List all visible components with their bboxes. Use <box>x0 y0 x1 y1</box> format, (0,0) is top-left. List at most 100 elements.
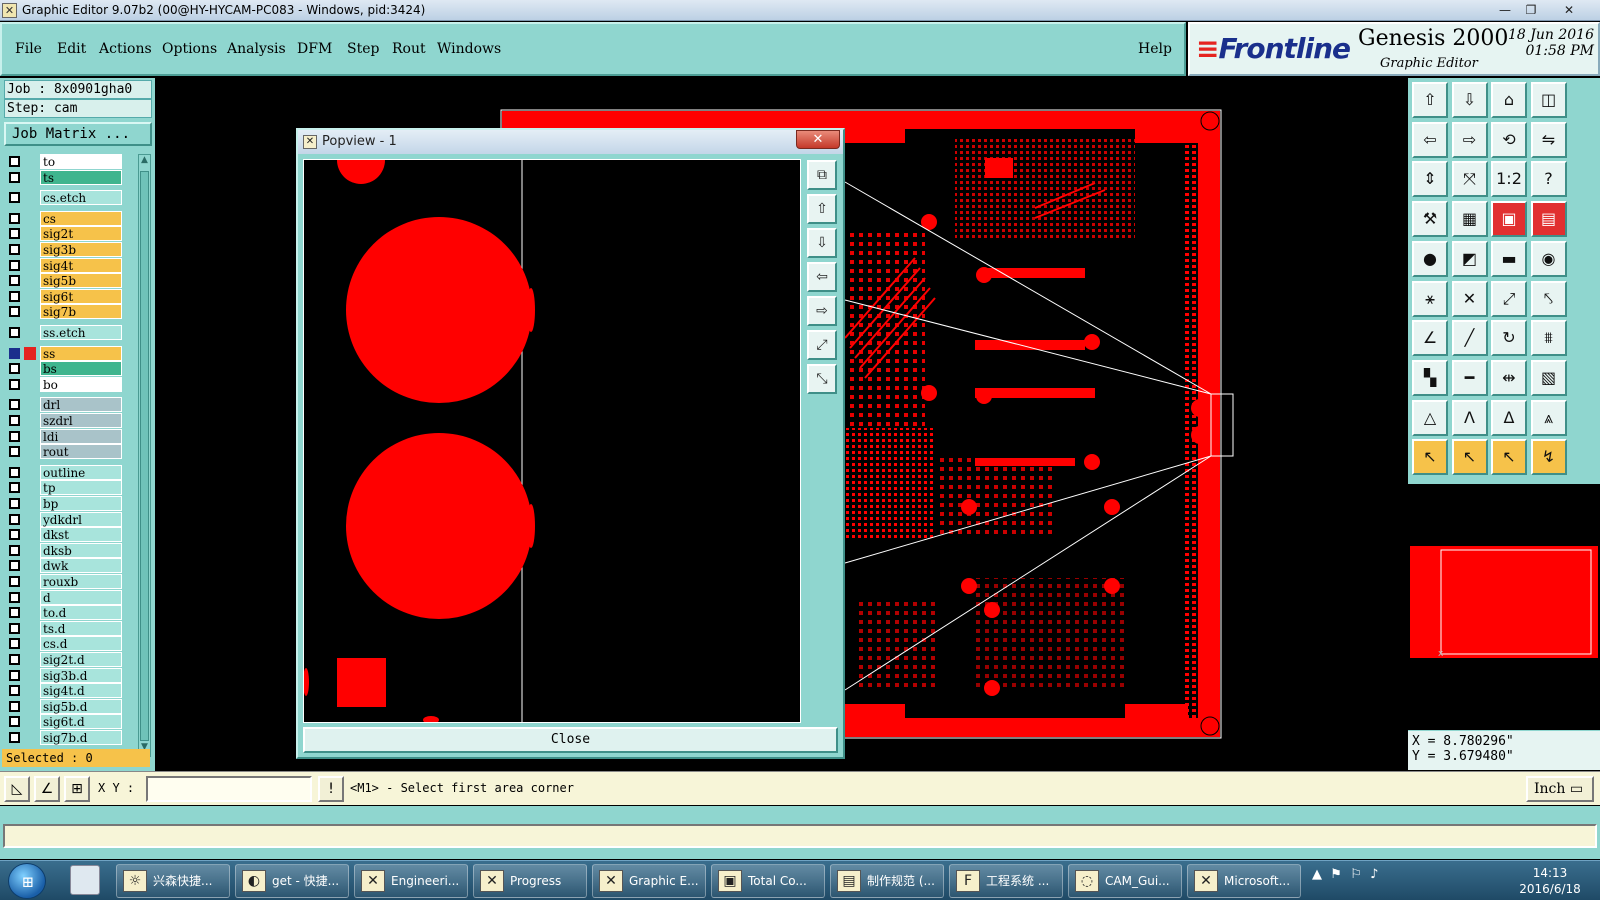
help-icon[interactable]: ? <box>1530 161 1567 198</box>
layer-name[interactable]: rout <box>40 444 122 460</box>
taskbar-task[interactable]: F 工程系统 ... <box>949 864 1063 898</box>
menu-edit[interactable]: Edit <box>57 41 86 57</box>
layer-row-to[interactable]: to <box>6 154 136 169</box>
layer-checkbox[interactable] <box>9 228 20 240</box>
snap-mode-icon[interactable]: ◺ <box>4 776 30 802</box>
delete-icon[interactable]: ✕ <box>1451 280 1488 317</box>
layer-name[interactable]: tp <box>40 480 122 496</box>
popview-zoom-in-icon[interactable]: ⤢ <box>807 330 837 360</box>
layer-name[interactable]: drl <box>40 397 122 413</box>
layer-row-ldi[interactable]: ldi <box>6 428 136 444</box>
layer-checkbox[interactable] <box>9 415 20 426</box>
rotate-icon[interactable]: ⟲ <box>1491 121 1527 158</box>
layer-checkbox[interactable] <box>9 654 20 665</box>
menu-actions[interactable]: Actions <box>99 41 152 57</box>
layer-row-ss-etch[interactable]: ss.etch <box>6 325 136 340</box>
layer-row-dwk[interactable]: dwk <box>6 558 136 574</box>
taskbar-task[interactable]: ▤ 制作规范 (... <box>830 864 944 898</box>
layer-name[interactable]: bo <box>40 376 122 392</box>
measure-mode-icon[interactable]: ∠ <box>34 776 60 802</box>
net-highlight-icon[interactable]: ◩ <box>1451 240 1488 277</box>
fan-icon[interactable]: ⩩ <box>1530 320 1567 357</box>
layer-checkbox[interactable] <box>9 638 20 650</box>
scroll-up-icon[interactable]: ▲ <box>139 155 150 169</box>
job-matrix-button[interactable]: Job Matrix ... <box>4 122 152 146</box>
layer-row-szdrl[interactable]: szdrl <box>6 413 136 428</box>
overview-map[interactable]: x <box>1408 484 1600 730</box>
popview-canvas[interactable] <box>303 136 801 724</box>
taskbar-clock[interactable]: 14:13 2016/6/18 <box>1508 865 1592 897</box>
layer-row-sig2t-d[interactable]: sig2t.d <box>6 652 136 667</box>
layer-checkbox[interactable] <box>9 622 20 634</box>
layer-checkbox[interactable] <box>9 171 20 183</box>
layer-row-sig3b[interactable]: sig3b <box>6 242 136 257</box>
layer-checkbox[interactable] <box>9 192 20 204</box>
layer-row-sig7b-d[interactable]: sig7b.d <box>6 730 136 745</box>
layer-row-sig5b[interactable]: sig5b <box>6 273 136 289</box>
info-icon[interactable]: ! <box>318 776 344 802</box>
layer-row-to-d[interactable]: to.d <box>6 605 136 621</box>
layer-name[interactable]: bs <box>40 361 122 377</box>
layer-checkbox[interactable] <box>9 244 20 255</box>
layer-name[interactable]: outline <box>40 464 122 480</box>
home-icon[interactable]: ⌂ <box>1491 82 1527 118</box>
popview-pan-up-icon[interactable]: ⇧ <box>807 194 837 224</box>
layer-checkbox[interactable] <box>9 498 20 509</box>
layers-select-icon[interactable]: ▤ <box>1530 201 1567 238</box>
layer-name[interactable]: dwk <box>40 558 122 574</box>
menu-dfm[interactable]: DFM <box>297 41 332 57</box>
layer-name[interactable]: rouxb <box>40 574 122 589</box>
xy-input[interactable] <box>146 776 312 802</box>
scroll-thumb[interactable] <box>140 171 149 741</box>
layer-checkbox[interactable] <box>9 513 20 525</box>
layer-checkbox[interactable] <box>9 327 20 338</box>
layer-checkbox[interactable] <box>9 378 20 390</box>
popview-zoom-out-icon[interactable]: ⤡ <box>807 364 837 394</box>
connect-icon[interactable]: ⚹ <box>1412 280 1448 317</box>
layer-row-dksb[interactable]: dksb <box>6 542 136 558</box>
menu-help[interactable]: Help <box>1138 41 1172 57</box>
move-up-icon[interactable]: ⇧ <box>1412 82 1448 118</box>
grid-mode-icon[interactable]: ⊞ <box>64 776 90 802</box>
layer-name[interactable]: sig6t <box>40 288 122 304</box>
layer-name[interactable]: sig7b <box>40 304 122 320</box>
layer-checkbox[interactable] <box>9 466 20 478</box>
popview-fit-icon[interactable]: ⧉ <box>807 160 837 190</box>
slash-icon[interactable]: ╱ <box>1451 320 1488 357</box>
move-left-icon[interactable]: ⇦ <box>1412 121 1448 158</box>
layer-name[interactable]: sig4t <box>40 257 122 273</box>
resize-icon[interactable]: ⇹ <box>1491 359 1527 396</box>
layer-row-sig2t[interactable]: sig2t <box>6 226 136 242</box>
layer-row-bs[interactable]: bs <box>6 361 136 377</box>
menu-analysis[interactable]: Analysis <box>227 41 286 57</box>
layer-checkbox[interactable] <box>9 685 20 697</box>
triangle-cross-icon[interactable]: ⩓ <box>1530 399 1567 436</box>
layer-checkbox[interactable] <box>9 347 20 359</box>
layers-compare-icon[interactable]: ▣ <box>1491 201 1527 238</box>
taskbar-task[interactable]: ✕ Microsoft... <box>1187 864 1301 898</box>
taskbar-task[interactable]: ◐ get - 快捷... <box>235 864 349 898</box>
move-down-icon[interactable]: ⇩ <box>1451 82 1488 118</box>
tray-app-icon[interactable]: ⚑ <box>1330 867 1342 882</box>
select-all-icon[interactable]: ↖ <box>1491 439 1527 476</box>
layer-checkbox[interactable] <box>9 560 20 572</box>
layer-row-sig6t-d[interactable]: sig6t.d <box>6 714 136 730</box>
copy-pad-icon[interactable]: ▚ <box>1412 359 1448 396</box>
triangle-icon[interactable]: Λ <box>1451 399 1488 436</box>
taskbar-task[interactable]: ▣ Total Co... <box>711 864 825 898</box>
layer-row-sig6t[interactable]: sig6t <box>6 288 136 304</box>
tray-network-icon[interactable]: ⚐ <box>1350 867 1362 882</box>
layer-checkbox[interactable] <box>9 446 20 458</box>
layer-name[interactable]: cs <box>40 210 122 226</box>
line-point-icon[interactable]: ⤢ <box>1491 280 1527 317</box>
layer-name[interactable]: sig6t.d <box>40 714 122 730</box>
layer-name[interactable]: to.d <box>40 605 122 621</box>
layer-checkbox[interactable] <box>9 591 20 603</box>
layer-row-cs[interactable]: cs <box>6 210 136 226</box>
layer-row-sig4t-d[interactable]: sig4t.d <box>6 683 136 699</box>
popview-pan-left-icon[interactable]: ⇦ <box>807 262 837 292</box>
taskbar-task[interactable]: ✕ Graphic E... <box>592 864 706 898</box>
layer-row-cs-etch[interactable]: cs.etch <box>6 190 136 206</box>
layer-name[interactable]: ldi <box>40 428 122 444</box>
scale-icon[interactable]: 1:2 <box>1491 161 1527 198</box>
